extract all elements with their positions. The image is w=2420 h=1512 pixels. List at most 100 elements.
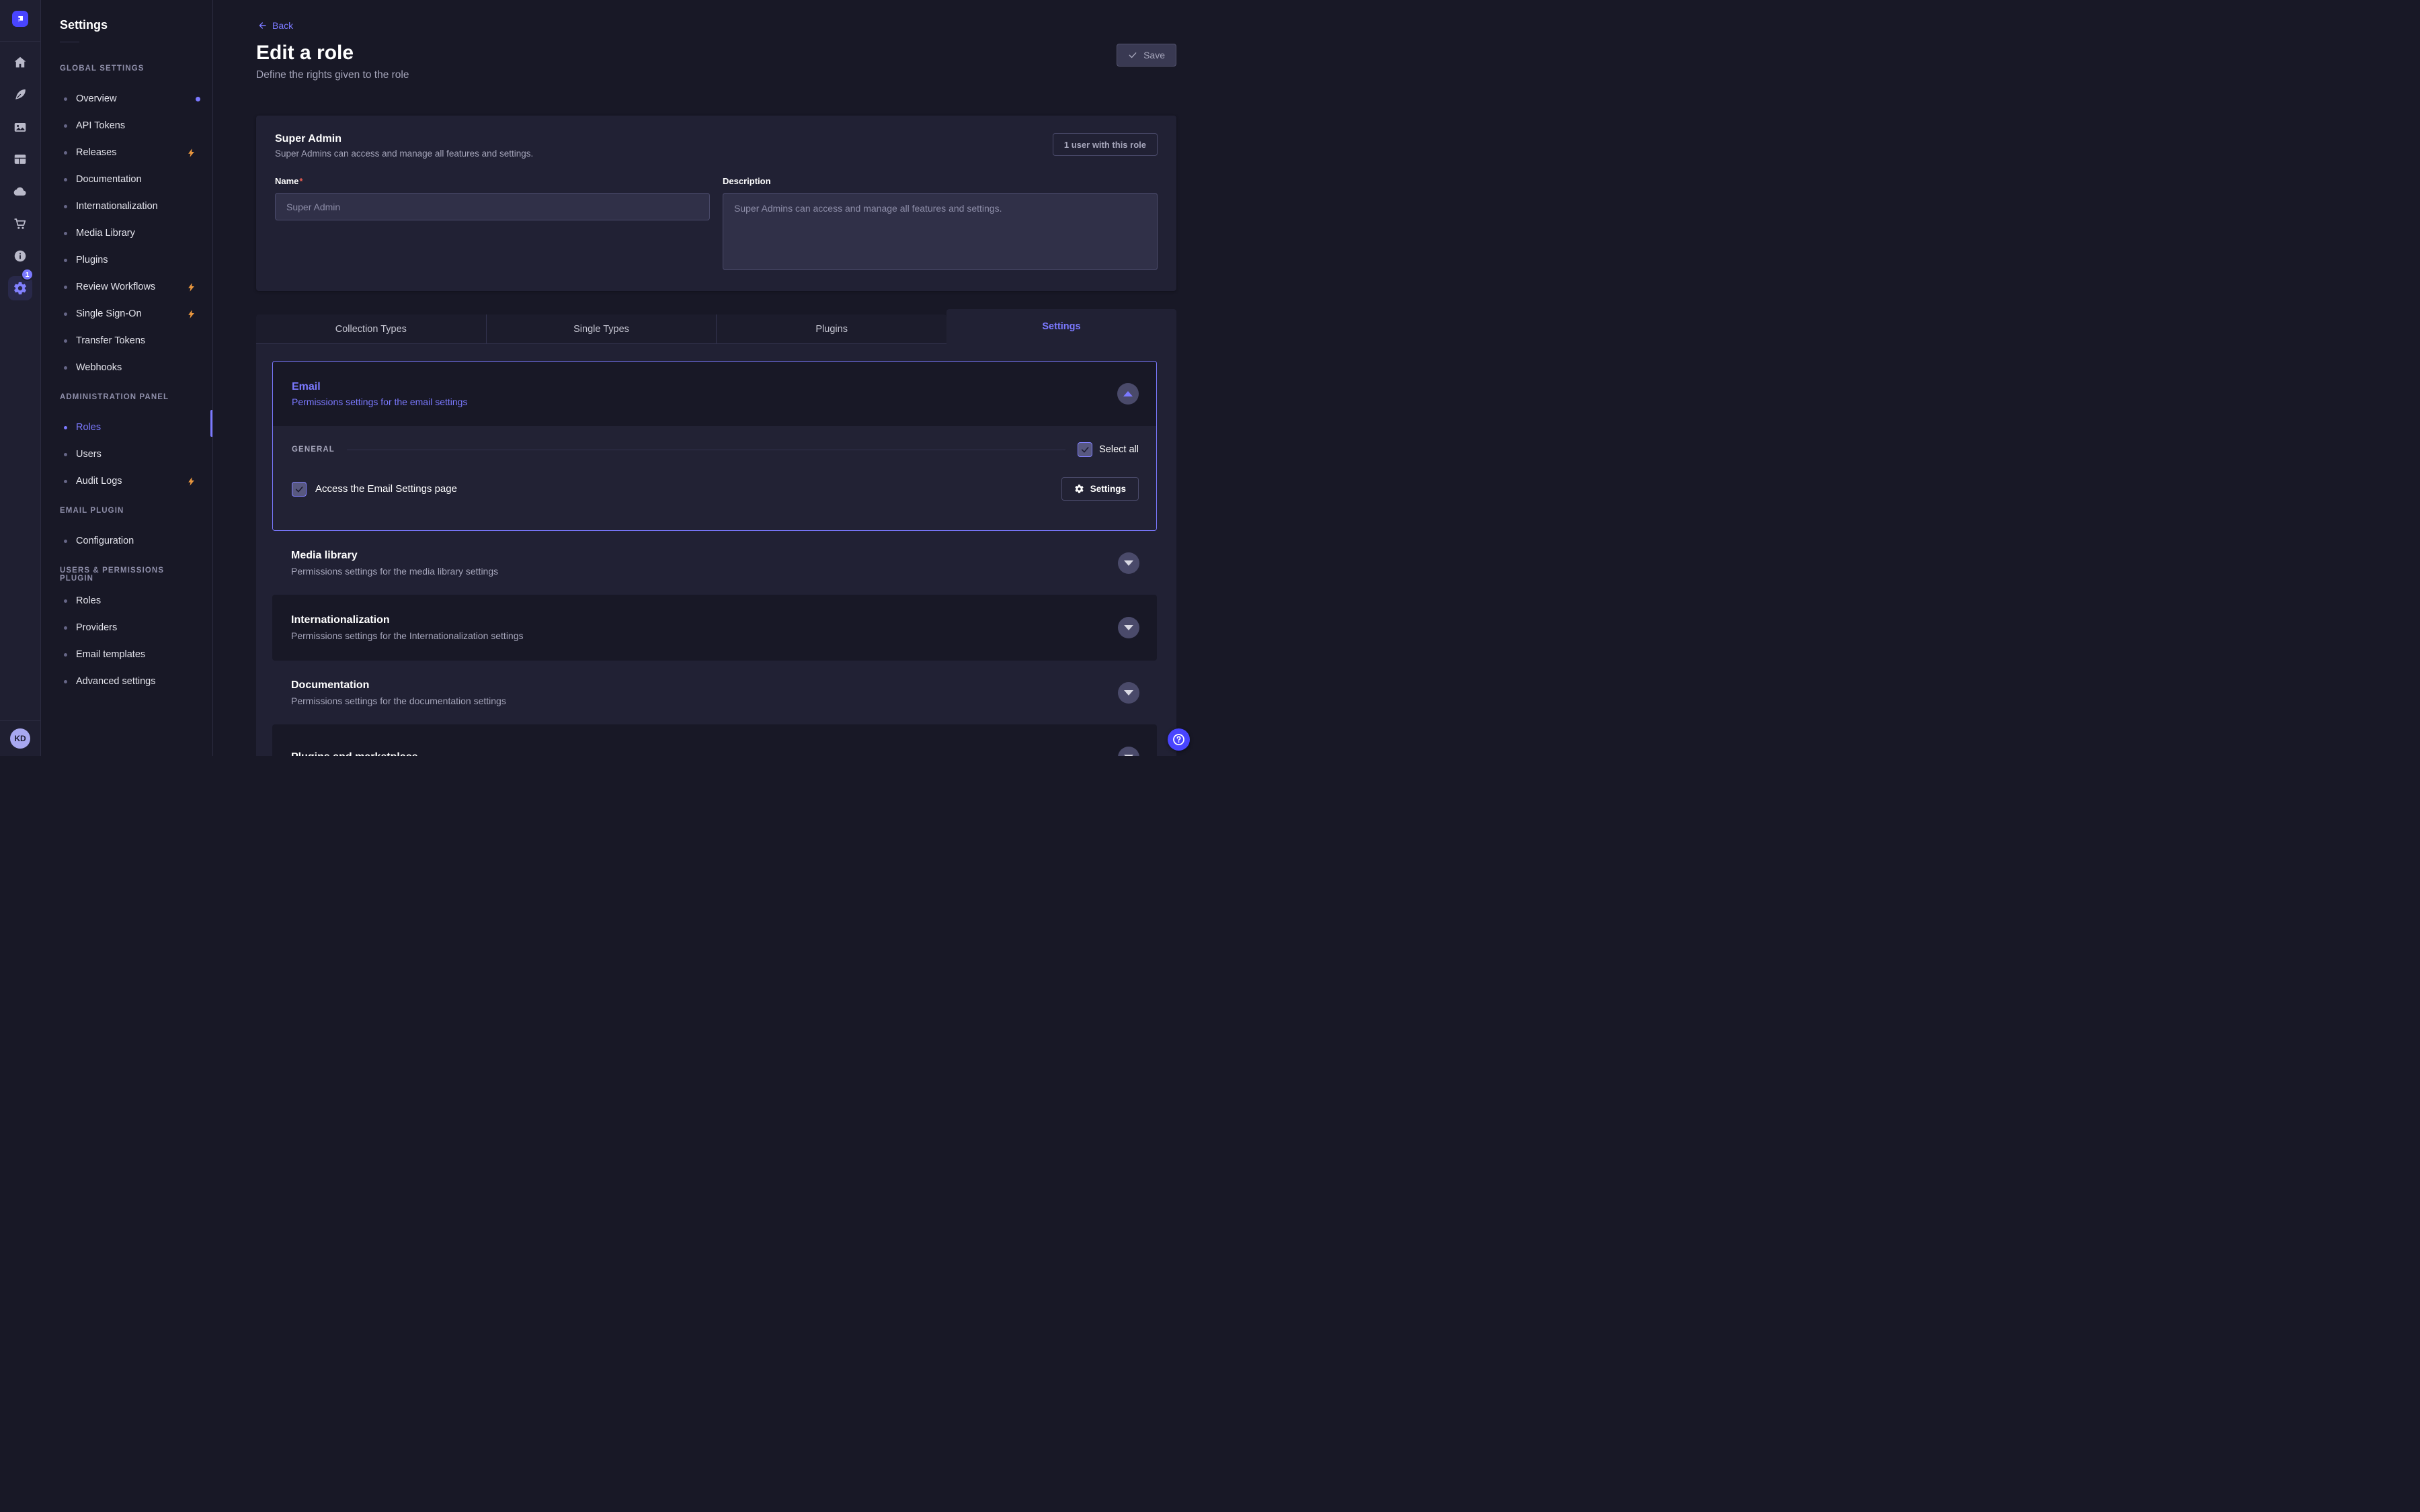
sidebar-item-overview[interactable]: Overview bbox=[41, 85, 212, 112]
tab-plugins[interactable]: Plugins bbox=[716, 314, 946, 343]
accordion-subtitle: Permissions settings for the documentati… bbox=[291, 696, 506, 706]
sidebar-item-users[interactable]: Users bbox=[41, 441, 212, 468]
sidebar-item-plugins[interactable]: Plugins bbox=[41, 247, 212, 274]
sidebar-item-review-workflows[interactable]: Review Workflows bbox=[41, 274, 212, 300]
sidebar-item-releases[interactable]: Releases bbox=[41, 139, 212, 166]
select-all-checkbox[interactable] bbox=[1078, 442, 1092, 457]
email-settings-button[interactable]: Settings bbox=[1061, 477, 1139, 501]
sidebar-item-single-sign-on[interactable]: Single Sign-On bbox=[41, 300, 212, 327]
main-nav-rail: 1 KD bbox=[0, 0, 41, 756]
sidebar-item-label: API Tokens bbox=[76, 120, 125, 131]
sidebar-item-label: Advanced settings bbox=[76, 676, 156, 687]
sidebar-item-audit-logs[interactable]: Audit Logs bbox=[41, 468, 212, 495]
bullet-icon bbox=[64, 366, 67, 370]
sidebar-item-label: Documentation bbox=[76, 174, 142, 185]
group-label-administration-panel: ADMINISTRATION PANEL bbox=[41, 393, 212, 404]
chevron-down-icon bbox=[1124, 690, 1133, 696]
chevron-down-icon bbox=[1124, 755, 1133, 756]
sidebar-item-internationalization[interactable]: Internationalization bbox=[41, 193, 212, 220]
content-type-builder-icon[interactable] bbox=[0, 143, 40, 175]
sidebar-item-up-roles[interactable]: Roles bbox=[41, 587, 212, 614]
inactive-tabs-group: Collection Types Single Types Plugins bbox=[256, 314, 946, 344]
role-fields: Name* Description Super Admins can acces… bbox=[275, 175, 1158, 274]
bullet-icon bbox=[64, 232, 67, 235]
page-subtitle: Define the rights given to the role bbox=[256, 69, 1176, 81]
accordion-email: Email Permissions settings for the email… bbox=[272, 361, 1157, 531]
bullet-icon bbox=[64, 312, 67, 316]
strapi-logo[interactable] bbox=[12, 11, 28, 27]
sidebar-item-media-library[interactable]: Media Library bbox=[41, 220, 212, 247]
lightning-icon bbox=[186, 476, 196, 487]
accordion-subtitle: Permissions settings for the Internation… bbox=[291, 630, 524, 641]
help-button[interactable] bbox=[1168, 728, 1190, 751]
accordion-internationalization[interactable]: Internationalization Permissions setting… bbox=[272, 595, 1157, 661]
content-manager-icon[interactable] bbox=[0, 79, 40, 111]
media-library-icon[interactable] bbox=[0, 111, 40, 143]
bullet-icon bbox=[64, 480, 67, 483]
sidebar-item-documentation[interactable]: Documentation bbox=[41, 166, 212, 193]
bullet-icon bbox=[64, 259, 67, 262]
settings-gear-nav[interactable]: 1 bbox=[0, 272, 40, 304]
info-icon[interactable] bbox=[0, 240, 40, 272]
expand-media-library-button[interactable] bbox=[1118, 552, 1139, 574]
check-icon bbox=[1080, 445, 1090, 454]
notification-badge: 1 bbox=[21, 268, 34, 281]
accordion-email-header[interactable]: Email Permissions settings for the email… bbox=[273, 362, 1156, 426]
cloud-deploy-icon[interactable] bbox=[0, 175, 40, 208]
sidebar-item-label: Plugins bbox=[76, 255, 108, 265]
role-description-text: Super Admins can access and manage all f… bbox=[275, 149, 533, 159]
accordion-plugins-marketplace[interactable]: Plugins and marketplace bbox=[272, 724, 1157, 756]
back-link[interactable]: Back bbox=[256, 20, 293, 31]
sidebar-item-label: Webhooks bbox=[76, 362, 122, 373]
expand-documentation-button[interactable] bbox=[1118, 682, 1139, 704]
sidebar-item-api-tokens[interactable]: API Tokens bbox=[41, 112, 212, 139]
bullet-icon bbox=[64, 680, 67, 683]
collapse-email-button[interactable] bbox=[1117, 383, 1139, 405]
sidebar-item-webhooks[interactable]: Webhooks bbox=[41, 354, 212, 381]
tab-collection-types[interactable]: Collection Types bbox=[256, 314, 486, 343]
bullet-icon bbox=[64, 151, 67, 155]
sidebar-item-providers[interactable]: Providers bbox=[41, 614, 212, 641]
accordion-documentation-titles: Documentation Permissions settings for t… bbox=[291, 679, 506, 706]
sidebar-item-advanced-settings[interactable]: Advanced settings bbox=[41, 668, 212, 695]
arrow-left-icon bbox=[256, 20, 267, 31]
sidebar-item-transfer-tokens[interactable]: Transfer Tokens bbox=[41, 327, 212, 354]
page-title: Edit a role bbox=[256, 40, 1176, 66]
accordion-documentation[interactable]: Documentation Permissions settings for t… bbox=[272, 661, 1157, 724]
sidebar-item-label: Media Library bbox=[76, 228, 135, 239]
sidebar-item-roles-active[interactable]: Roles bbox=[41, 414, 212, 441]
expand-plugins-marketplace-button[interactable] bbox=[1118, 747, 1139, 756]
sidebar-item-label: Users bbox=[76, 449, 102, 460]
bullet-icon bbox=[64, 339, 67, 343]
active-item-indicator bbox=[210, 410, 212, 437]
save-button[interactable]: Save bbox=[1117, 44, 1176, 67]
user-avatar[interactable]: KD bbox=[10, 728, 30, 749]
sidebar-item-configuration[interactable]: Configuration bbox=[41, 528, 212, 554]
sidebar-item-email-templates[interactable]: Email templates bbox=[41, 641, 212, 668]
description-field[interactable]: Super Admins can access and manage all f… bbox=[723, 193, 1158, 270]
sidebar-item-label: Overview bbox=[76, 93, 116, 104]
home-icon[interactable] bbox=[0, 46, 40, 79]
role-name-heading: Super Admin bbox=[275, 133, 533, 145]
accordion-email-body: GENERAL Select all bbox=[273, 426, 1156, 530]
tab-single-types[interactable]: Single Types bbox=[486, 314, 717, 343]
accordion-email-title: Email bbox=[292, 381, 467, 393]
users-with-role-button[interactable]: 1 user with this role bbox=[1053, 133, 1158, 156]
tab-settings[interactable]: Settings bbox=[946, 309, 1176, 344]
overview-notification-dot-icon bbox=[196, 97, 200, 101]
lightning-icon bbox=[186, 282, 196, 292]
email-settings-button-label: Settings bbox=[1090, 484, 1126, 494]
bullet-icon bbox=[64, 124, 67, 128]
marketplace-cart-icon[interactable] bbox=[0, 208, 40, 240]
bullet-icon bbox=[64, 626, 67, 630]
name-field[interactable] bbox=[275, 193, 710, 220]
accordion-media-library[interactable]: Media library Permissions settings for t… bbox=[272, 531, 1157, 595]
email-permission-control: Access the Email Settings page bbox=[292, 482, 457, 497]
sidebar-item-label: Audit Logs bbox=[76, 476, 122, 487]
accordion-media-library-titles: Media library Permissions settings for t… bbox=[291, 550, 498, 577]
expand-internationalization-button[interactable] bbox=[1118, 617, 1139, 638]
group-label-global-settings: GLOBAL SETTINGS bbox=[41, 65, 212, 75]
access-email-settings-checkbox[interactable] bbox=[292, 482, 307, 497]
chevron-down-icon bbox=[1124, 625, 1133, 630]
sidebar-item-label: Email templates bbox=[76, 649, 145, 660]
